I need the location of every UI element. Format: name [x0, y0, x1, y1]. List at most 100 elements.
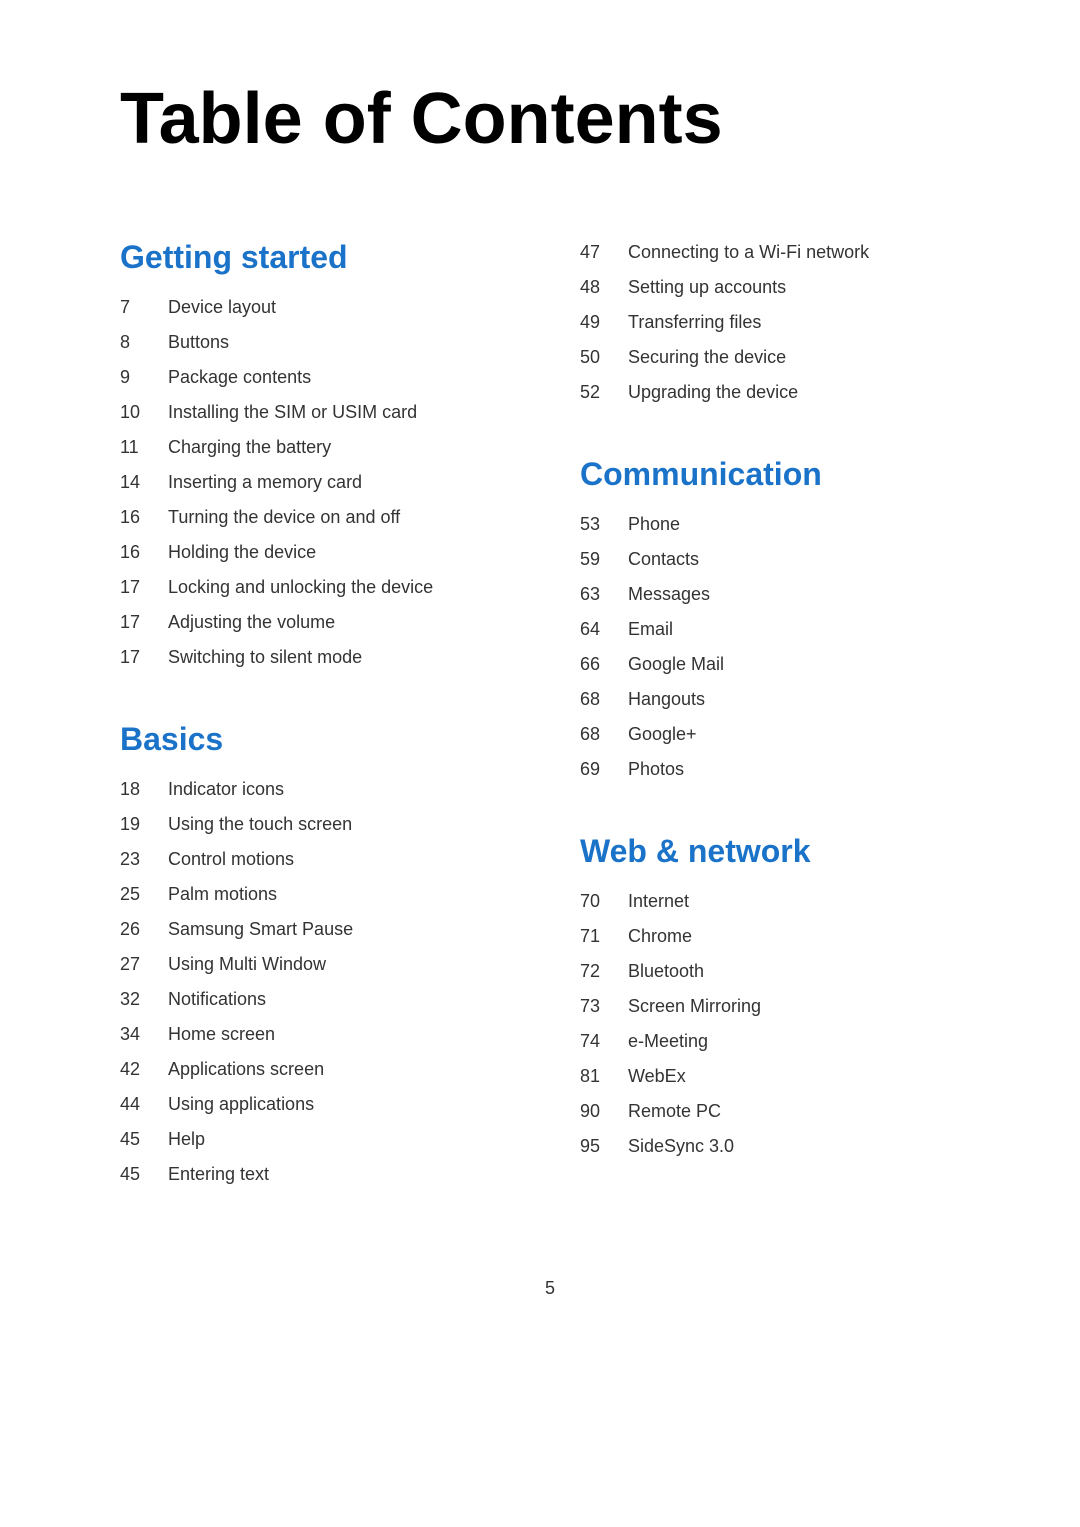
toc-page-number: 74: [580, 1028, 628, 1055]
toc-page-number: 49: [580, 309, 628, 336]
toc-entry-text: Entering text: [168, 1161, 269, 1188]
toc-entry-text: e-Meeting: [628, 1028, 708, 1055]
toc-page-number: 68: [580, 686, 628, 713]
toc-page-number: 27: [120, 951, 168, 978]
toc-item: 59Contacts: [580, 546, 980, 573]
toc-page-number: 7: [120, 294, 168, 321]
toc-item: 81WebEx: [580, 1063, 980, 1090]
left-column: Getting started7Device layout8Buttons9Pa…: [120, 239, 520, 1238]
toc-page-number: 66: [580, 651, 628, 678]
toc-item: 71Chrome: [580, 923, 980, 950]
toc-page-number: 70: [580, 888, 628, 915]
toc-page-number: 53: [580, 511, 628, 538]
toc-item: 95SideSync 3.0: [580, 1133, 980, 1160]
toc-entry-text: Email: [628, 616, 673, 643]
toc-page-number: 45: [120, 1161, 168, 1188]
toc-entry-text: Home screen: [168, 1021, 275, 1048]
toc-entry-text: Notifications: [168, 986, 266, 1013]
toc-page-number: 59: [580, 546, 628, 573]
toc-page-number: 69: [580, 756, 628, 783]
toc-page-number: 68: [580, 721, 628, 748]
toc-item: 64Email: [580, 616, 980, 643]
toc-entry-text: Remote PC: [628, 1098, 721, 1125]
toc-item: 17Adjusting the volume: [120, 609, 520, 636]
toc-entry-text: Internet: [628, 888, 689, 915]
toc-entry-text: Google Mail: [628, 651, 724, 678]
toc-page-number: 50: [580, 344, 628, 371]
toc-item: 10Installing the SIM or USIM card: [120, 399, 520, 426]
toc-item: 90Remote PC: [580, 1098, 980, 1125]
toc-page-number: 32: [120, 986, 168, 1013]
toc-item: 48Setting up accounts: [580, 274, 980, 301]
toc-entry-text: Switching to silent mode: [168, 644, 362, 671]
toc-page-number: 47: [580, 239, 628, 266]
toc-page-number: 16: [120, 539, 168, 566]
toc-entry-text: Hangouts: [628, 686, 705, 713]
toc-item: 18Indicator icons: [120, 776, 520, 803]
toc-entry-text: Inserting a memory card: [168, 469, 362, 496]
section-title-web-network: Web & network: [580, 833, 980, 870]
toc-entry-text: Help: [168, 1126, 205, 1153]
toc-entry-text: Chrome: [628, 923, 692, 950]
toc-item: 68Google+: [580, 721, 980, 748]
section-web-network: Web & network 70Internet 71Chrome 72Bluetoo…: [580, 833, 980, 1160]
toc-page-number: 25: [120, 881, 168, 908]
toc-item: 69Photos: [580, 756, 980, 783]
toc-page-number: 72: [580, 958, 628, 985]
toc-entry-text: Device layout: [168, 294, 276, 321]
section-continued: 47Connecting to a Wi-Fi network48Setting…: [580, 239, 980, 406]
toc-page-number: 8: [120, 329, 168, 356]
page-number: 5: [120, 1278, 980, 1299]
toc-entry-text: Adjusting the volume: [168, 609, 335, 636]
toc-page-number: 42: [120, 1056, 168, 1083]
toc-item: 47Connecting to a Wi-Fi network: [580, 239, 980, 266]
toc-entry-text: Package contents: [168, 364, 311, 391]
toc-entry-text: Locking and unlocking the device: [168, 574, 433, 601]
page-title: Table of Contents: [120, 80, 980, 159]
toc-page-number: 16: [120, 504, 168, 531]
toc-item: 45Help: [120, 1126, 520, 1153]
toc-item: 16Holding the device: [120, 539, 520, 566]
toc-entry-text: Palm motions: [168, 881, 277, 908]
toc-entry-text: Installing the SIM or USIM card: [168, 399, 417, 426]
section-communication: Communication53Phone59Contacts63Messages…: [580, 456, 980, 783]
toc-page-number: 64: [580, 616, 628, 643]
toc-entry-text: Connecting to a Wi-Fi network: [628, 239, 869, 266]
toc-entry-text: SideSync 3.0: [628, 1133, 734, 1160]
toc-entry-text: Setting up accounts: [628, 274, 786, 301]
toc-page-number: 11: [120, 434, 168, 461]
toc-entry-text: WebEx: [628, 1063, 686, 1090]
toc-page-number: 14: [120, 469, 168, 496]
toc-item: 25Palm motions: [120, 881, 520, 908]
toc-item: 27Using Multi Window: [120, 951, 520, 978]
toc-item: 7Device layout: [120, 294, 520, 321]
toc-item: 68Hangouts: [580, 686, 980, 713]
toc-entry-text: Screen Mirroring: [628, 993, 761, 1020]
toc-entry-text: Using Multi Window: [168, 951, 326, 978]
toc-item: 45Entering text: [120, 1161, 520, 1188]
toc-item: 49Transferring files: [580, 309, 980, 336]
toc-entry-text: Upgrading the device: [628, 379, 798, 406]
toc-item: 52Upgrading the device: [580, 379, 980, 406]
toc-item: 26Samsung Smart Pause: [120, 916, 520, 943]
toc-entry-text: Google+: [628, 721, 697, 748]
toc-page-number: 52: [580, 379, 628, 406]
toc-entry-text: Control motions: [168, 846, 294, 873]
toc-page-number: 17: [120, 609, 168, 636]
toc-page-number: 63: [580, 581, 628, 608]
section-title-communication: Communication: [580, 456, 980, 493]
toc-entry-text: Buttons: [168, 329, 229, 356]
toc-item: 72Bluetooth: [580, 958, 980, 985]
toc-page-number: 23: [120, 846, 168, 873]
toc-page-number: 73: [580, 993, 628, 1020]
toc-page-number: 26: [120, 916, 168, 943]
section-getting-started: Getting started7Device layout8Buttons9Pa…: [120, 239, 520, 671]
toc-item: 42Applications screen: [120, 1056, 520, 1083]
toc-item: 17Locking and unlocking the device: [120, 574, 520, 601]
toc-page-number: 19: [120, 811, 168, 838]
toc-entry-text: Using the touch screen: [168, 811, 352, 838]
toc-item: 73Screen Mirroring: [580, 993, 980, 1020]
toc-entry-text: Applications screen: [168, 1056, 324, 1083]
toc-entry-text: Indicator icons: [168, 776, 284, 803]
toc-page-number: 48: [580, 274, 628, 301]
